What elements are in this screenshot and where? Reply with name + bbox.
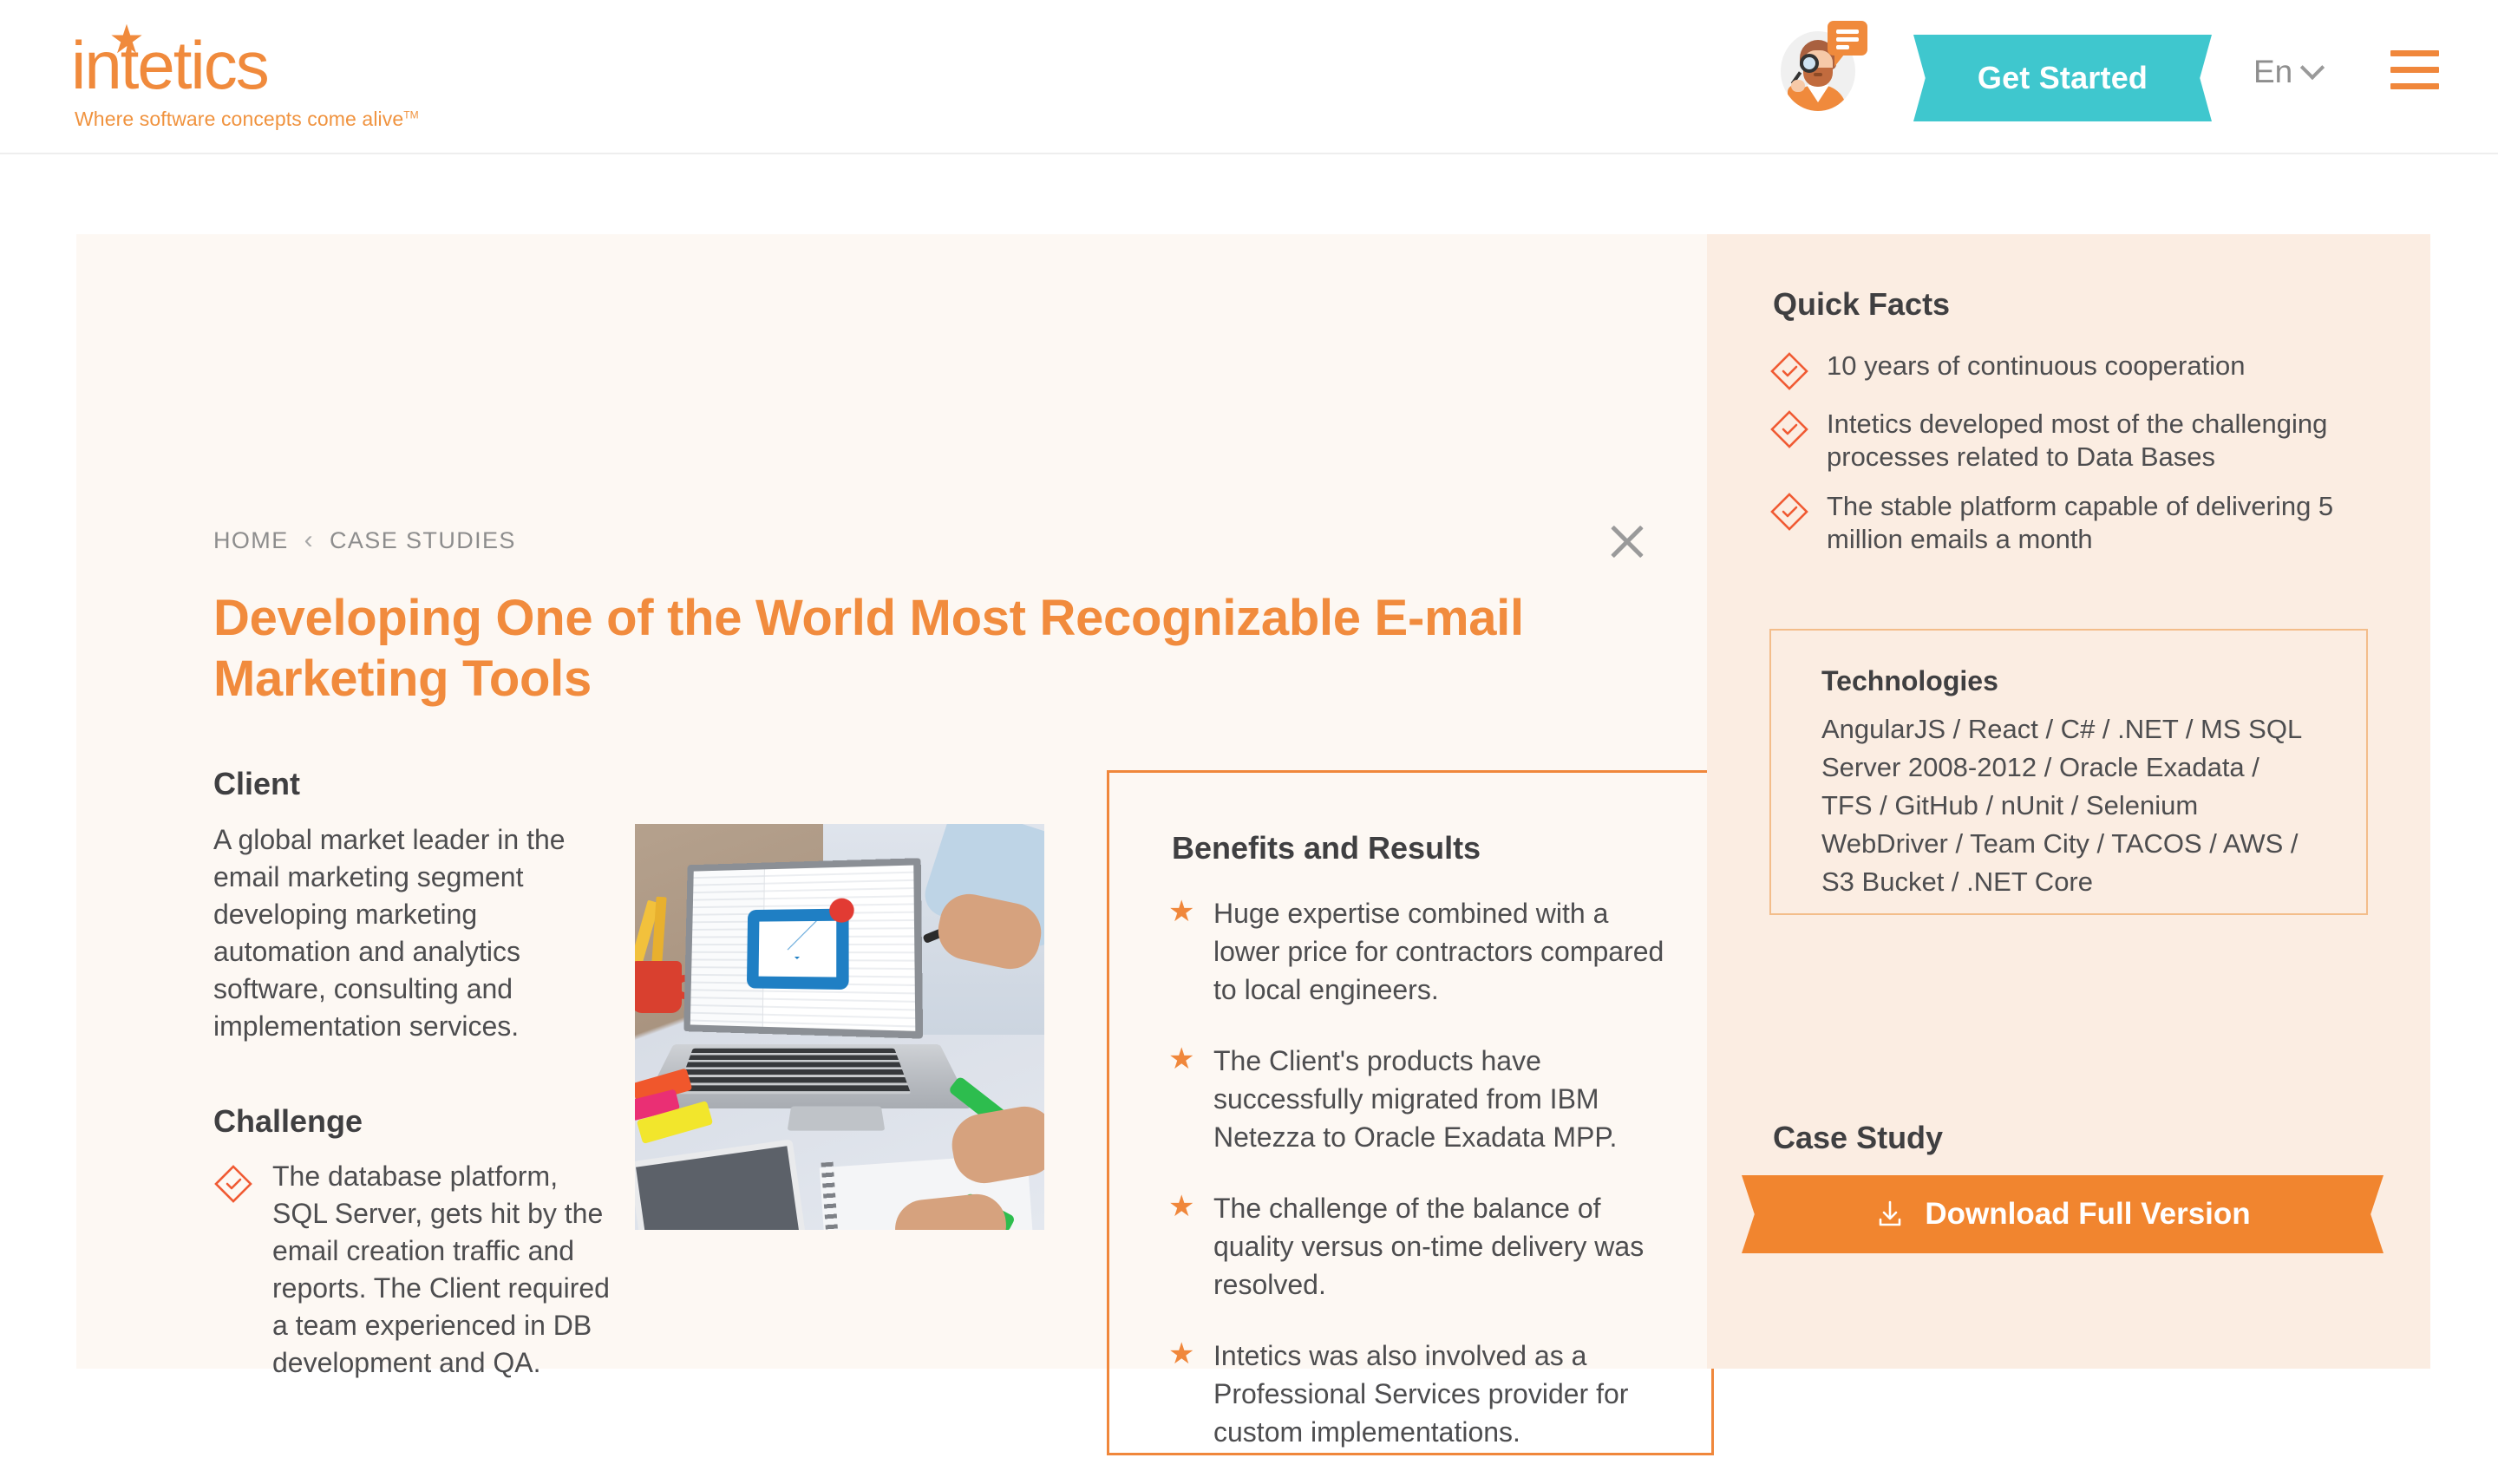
photo-keyboard xyxy=(677,1049,912,1094)
logo-wordmark: intetics xyxy=(71,28,268,102)
quick-fact-item: 10 years of continuous cooperation xyxy=(1769,345,2394,391)
burger-bar xyxy=(2390,67,2439,73)
avatar-mouth xyxy=(1814,73,1822,76)
challenge-heading: Challenge xyxy=(213,1103,363,1140)
download-full-version-button[interactable]: Download Full Version xyxy=(1742,1175,2384,1253)
star-bullet-icon: ★ xyxy=(1168,1189,1194,1304)
chat-line xyxy=(1836,29,1859,34)
hamburger-menu-icon[interactable] xyxy=(2390,50,2439,90)
client-heading: Client xyxy=(213,766,300,802)
benefits-heading: Benefits and Results xyxy=(1172,830,1481,866)
case-study-panel: HOME ‹ CASE STUDIES Developing One of th… xyxy=(76,234,2430,1369)
page-title: Developing One of the World Most Recogni… xyxy=(213,588,1566,709)
language-label: En xyxy=(2253,54,2292,90)
envelope-icon xyxy=(747,909,849,990)
breadcrumb-separator-icon: ‹ xyxy=(304,526,314,555)
site-header: ★ intetics Where software concepts come … xyxy=(0,0,2498,154)
laptop-email-photo xyxy=(635,824,1044,1230)
benefits-and-results-box: Benefits and Results ★ Huge expertise co… xyxy=(1107,770,1714,1455)
technologies-list: AngularJS / React / C# / .NET / MS SQL S… xyxy=(1821,710,2307,901)
quick-facts-list: 10 years of continuous cooperation Intet… xyxy=(1769,345,2394,568)
trademark-symbol: TM xyxy=(403,108,419,121)
diamond-check-icon xyxy=(1769,351,1809,391)
quick-fact-item: Intetics developed most of the challengi… xyxy=(1769,403,2394,474)
benefit-list-item: ★ The Client's products have successfull… xyxy=(1168,1042,1671,1156)
client-body: A global market leader in the email mark… xyxy=(213,821,621,1045)
breadcrumb: HOME ‹ CASE STUDIES xyxy=(213,526,516,555)
burger-bar xyxy=(2390,83,2439,89)
burger-bar xyxy=(2390,50,2439,56)
photo-laptop-screen xyxy=(683,858,923,1038)
benefit-text: Huge expertise combined with a lower pri… xyxy=(1213,894,1664,1009)
get-started-button[interactable]: Get Started xyxy=(1913,35,2212,121)
benefit-list-item: ★ Intetics was also involved as a Profes… xyxy=(1168,1337,1671,1451)
benefits-list: ★ Huge expertise combined with a lower p… xyxy=(1168,894,1671,1484)
case-study-main: HOME ‹ CASE STUDIES Developing One of th… xyxy=(76,234,1707,1369)
avatar-hand xyxy=(1791,80,1805,92)
chat-line xyxy=(1836,45,1849,49)
download-icon xyxy=(1874,1199,1906,1230)
benefit-text: Intetics was also involved as a Professi… xyxy=(1213,1337,1664,1451)
technologies-box: Technologies AngularJS / React / C# / .N… xyxy=(1769,629,2368,915)
benefit-list-item: ★ Huge expertise combined with a lower p… xyxy=(1168,894,1671,1009)
close-icon[interactable] xyxy=(1606,520,1648,562)
star-bullet-icon: ★ xyxy=(1168,1042,1194,1156)
quick-facts-heading: Quick Facts xyxy=(1773,286,1950,323)
download-button-label: Download Full Version xyxy=(1925,1197,2250,1232)
language-selector[interactable]: En xyxy=(2253,54,2321,90)
chat-bubble-icon[interactable] xyxy=(1828,21,1867,56)
quick-fact-text: Intetics developed most of the challengi… xyxy=(1827,403,2390,474)
star-bullet-icon: ★ xyxy=(1168,1337,1194,1451)
star-bullet-icon: ★ xyxy=(1168,894,1194,1009)
breadcrumb-case-studies[interactable]: CASE STUDIES xyxy=(330,527,516,554)
case-study-heading: Case Study xyxy=(1773,1120,1943,1156)
diamond-check-icon xyxy=(1769,409,1809,449)
chevron-down-icon xyxy=(2300,56,2325,80)
photo-mug xyxy=(635,961,682,1013)
challenge-list-item: The database platform, SQL Server, gets … xyxy=(213,1158,630,1382)
chat-line xyxy=(1836,37,1859,42)
logo-tagline: Where software concepts come aliveTM xyxy=(75,108,419,131)
case-study-sidebar: Quick Facts 10 years of continuous coope… xyxy=(1707,234,2430,1369)
magnifier-lens-icon xyxy=(1800,54,1819,73)
breadcrumb-home[interactable]: HOME xyxy=(213,527,289,554)
quick-fact-item: The stable platform capable of deliverin… xyxy=(1769,486,2394,556)
benefit-text: The Client's products have successfully … xyxy=(1213,1042,1664,1156)
quick-fact-text: The stable platform capable of deliverin… xyxy=(1827,486,2390,556)
diamond-check-icon xyxy=(213,1164,253,1204)
support-agent-avatar[interactable] xyxy=(1775,19,1869,113)
site-logo[interactable]: ★ intetics Where software concepts come … xyxy=(71,23,435,132)
quick-fact-text: 10 years of continuous cooperation xyxy=(1827,345,2390,391)
photo-trackpad xyxy=(788,1107,886,1131)
challenge-text: The database platform, SQL Server, gets … xyxy=(272,1158,619,1382)
benefit-list-item: ★ The challenge of the balance of qualit… xyxy=(1168,1189,1671,1304)
benefit-text: The challenge of the balance of quality … xyxy=(1213,1189,1664,1304)
diamond-check-icon xyxy=(1769,492,1809,532)
notification-badge-icon xyxy=(829,898,854,922)
technologies-heading: Technologies xyxy=(1821,665,1998,697)
